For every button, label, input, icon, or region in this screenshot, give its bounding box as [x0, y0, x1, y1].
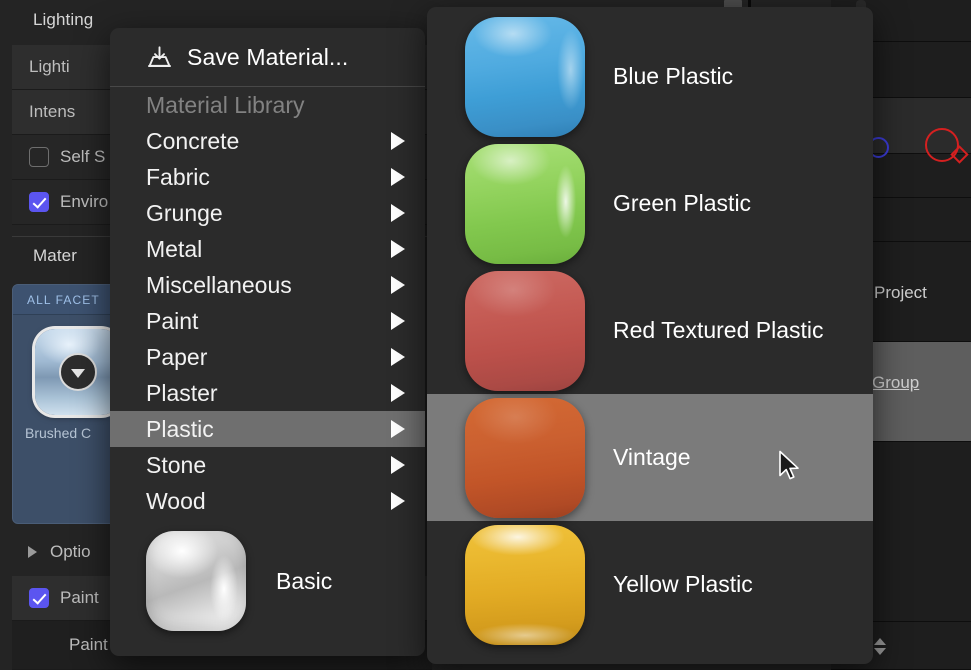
submenu-item-blue-plastic[interactable]: Blue Plastic: [427, 13, 873, 140]
material-thumb-dropdown-button[interactable]: [59, 353, 97, 391]
menu-item-stone-label: Stone: [146, 452, 391, 479]
menu-item-concrete[interactable]: Concrete: [110, 123, 425, 159]
submenu-arrow-icon: [391, 204, 405, 222]
menu-item-plaster-label: Plaster: [146, 380, 391, 407]
environment-checkbox[interactable]: [29, 192, 49, 212]
plastic-submenu: Blue Plastic Green Plastic Red Textured …: [427, 7, 873, 664]
green-plastic-swatch: [465, 144, 585, 264]
submenu-arrow-icon: [391, 168, 405, 186]
menu-item-miscellaneous-label: Miscellaneous: [146, 272, 391, 299]
stepper-down-icon[interactable]: [874, 648, 886, 655]
menu-item-paper[interactable]: Paper: [110, 339, 425, 375]
menu-item-paint-label: Paint: [146, 308, 391, 335]
save-material-label: Save Material...: [187, 44, 348, 71]
group-label: Group: [872, 373, 919, 393]
menu-item-basic-label: Basic: [276, 568, 332, 595]
red-textured-plastic-swatch: [465, 271, 585, 391]
value-stepper[interactable]: [872, 633, 888, 659]
material-thumbnail[interactable]: [35, 329, 121, 415]
chevron-right-icon: [28, 546, 37, 558]
material-thumbnail-label: Brushed C: [25, 425, 91, 441]
stepper-up-icon[interactable]: [874, 638, 886, 645]
menu-item-basic[interactable]: Basic: [110, 519, 425, 643]
menu-item-paint[interactable]: Paint: [110, 303, 425, 339]
material-section-heading: Mater: [33, 246, 77, 266]
submenu-arrow-icon: [391, 312, 405, 330]
menu-item-fabric[interactable]: Fabric: [110, 159, 425, 195]
submenu-item-yellow-plastic[interactable]: Yellow Plastic: [427, 521, 873, 648]
inspector-row-lighting-label: Lighti: [29, 57, 70, 77]
menu-item-stone[interactable]: Stone: [110, 447, 425, 483]
menu-item-plaster[interactable]: Plaster: [110, 375, 425, 411]
submenu-item-blue-plastic-label: Blue Plastic: [613, 63, 733, 90]
submenu-item-yellow-plastic-label: Yellow Plastic: [613, 571, 753, 598]
white-plastic-swatch: [146, 531, 246, 631]
options-label: Optio: [50, 542, 91, 562]
submenu-item-red-textured-plastic[interactable]: Red Textured Plastic: [427, 267, 873, 394]
menu-item-concrete-label: Concrete: [146, 128, 391, 155]
menu-item-metal[interactable]: Metal: [110, 231, 425, 267]
submenu-item-vintage-label: Vintage: [613, 444, 691, 471]
blue-plastic-swatch: [465, 17, 585, 137]
submenu-item-green-plastic[interactable]: Green Plastic: [427, 140, 873, 267]
menu-item-wood-label: Wood: [146, 488, 391, 515]
submenu-arrow-icon: [391, 240, 405, 258]
vintage-swatch: [465, 398, 585, 518]
paint-checkbox[interactable]: [29, 588, 49, 608]
inspector-row-self-shadow-label: Self S: [60, 147, 105, 167]
menu-item-plastic-label: Plastic: [146, 416, 391, 443]
menu-item-paper-label: Paper: [146, 344, 391, 371]
submenu-arrow-icon: [391, 492, 405, 510]
submenu-item-red-textured-plastic-label: Red Textured Plastic: [613, 317, 824, 344]
save-to-tray-icon: [146, 44, 173, 71]
menu-item-plastic[interactable]: Plastic: [110, 411, 425, 447]
menu-item-grunge-label: Grunge: [146, 200, 391, 227]
paint-toggle-label: Paint: [60, 588, 99, 608]
submenu-item-vintage[interactable]: Vintage: [427, 394, 873, 521]
save-material-menu-item[interactable]: Save Material...: [110, 28, 425, 86]
yellow-plastic-swatch: [465, 525, 585, 645]
submenu-arrow-icon: [391, 132, 405, 150]
menu-item-grunge[interactable]: Grunge: [110, 195, 425, 231]
submenu-arrow-icon: [391, 456, 405, 474]
submenu-arrow-icon: [391, 276, 405, 294]
material-library-section-title: Material Library: [110, 87, 425, 123]
material-context-menu: Save Material... Material Library Concre…: [110, 28, 425, 656]
project-label: Project: [874, 283, 927, 303]
menu-item-wood[interactable]: Wood: [110, 483, 425, 519]
inspector-row-intensity-label: Intens: [29, 102, 75, 122]
menu-item-metal-label: Metal: [146, 236, 391, 263]
submenu-arrow-icon: [391, 348, 405, 366]
menu-item-fabric-label: Fabric: [146, 164, 391, 191]
menu-item-miscellaneous[interactable]: Miscellaneous: [110, 267, 425, 303]
paint-value-label: Paint: [69, 635, 108, 655]
submenu-item-green-plastic-label: Green Plastic: [613, 190, 751, 217]
submenu-arrow-icon: [391, 384, 405, 402]
app-root: Lighting Lighti Intens Self S Enviro Mat…: [0, 0, 971, 670]
lighting-section-heading: Lighting: [33, 10, 93, 30]
self-shadow-checkbox[interactable]: [29, 147, 49, 167]
submenu-arrow-icon: [391, 420, 405, 438]
inspector-row-environment-label: Enviro: [60, 192, 108, 212]
